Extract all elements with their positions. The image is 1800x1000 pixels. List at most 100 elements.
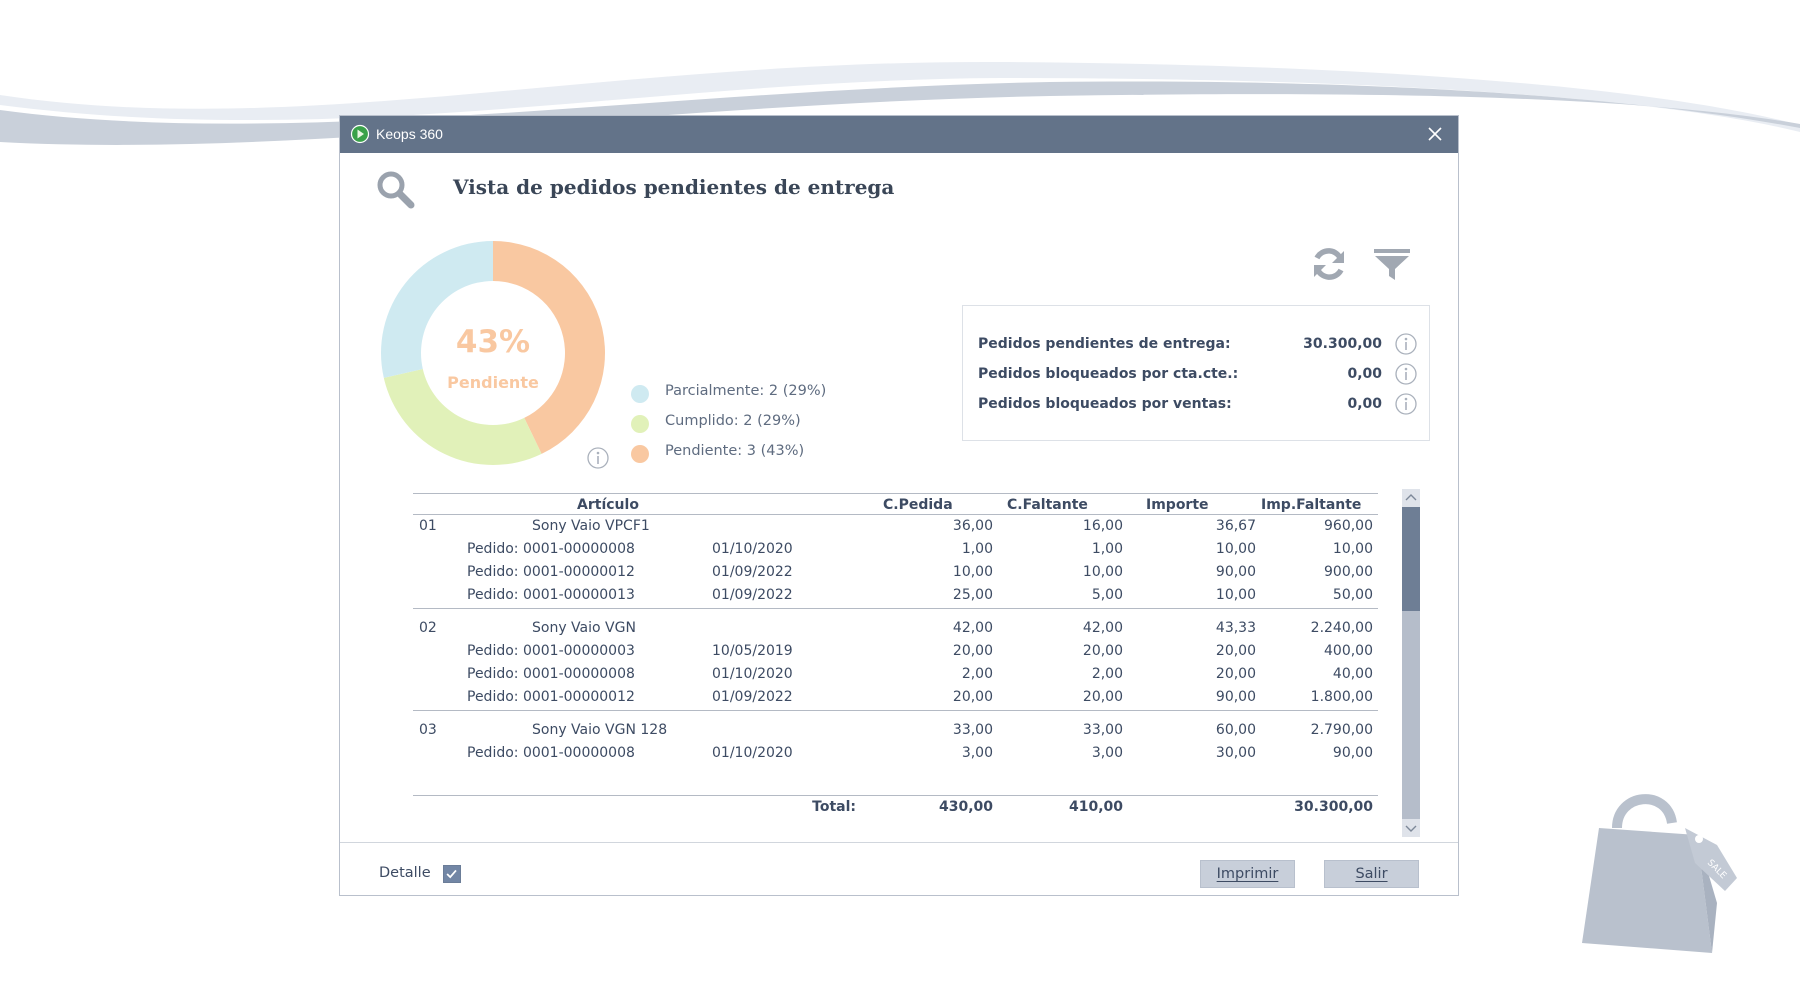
refresh-icon[interactable]	[1308, 243, 1350, 285]
exit-button-label: Salir	[1355, 866, 1388, 882]
dialog-footer: Detalle Imprimir Salir	[340, 842, 1458, 897]
legend-label: Cumplido: 2 (29%)	[665, 413, 801, 429]
order-row[interactable]: Pedido: 0001-00000013 01/09/2022 25,00 5…	[413, 584, 1378, 609]
info-icon[interactable]	[1394, 332, 1418, 356]
order-row[interactable]: Pedido: 0001-00000008 01/10/2020 3,00 3,…	[413, 742, 1378, 765]
total-impfaltante: 30.300,00	[1294, 799, 1373, 815]
info-icon[interactable]	[1394, 392, 1418, 416]
header-cfaltante[interactable]: C.Faltante	[1007, 497, 1137, 513]
shopping-bag-icon: SALE	[1582, 794, 1737, 953]
article-code: 01	[419, 518, 437, 534]
cell-importe: 36,67	[1215, 518, 1256, 534]
legend-item-parcialmente: Parcialmente: 2 (29%)	[631, 381, 826, 411]
article-name: Sony Vaio VPCF1	[532, 518, 650, 534]
cell-cfaltante: 20,00	[1082, 643, 1123, 659]
cell-impfaltante: 40,00	[1332, 666, 1373, 682]
article-name: Sony Vaio VGN	[532, 620, 636, 636]
order-date: 01/09/2022	[712, 587, 793, 603]
cell-impfaltante: 2.240,00	[1310, 620, 1373, 636]
order-number: Pedido: 0001-00000003	[467, 643, 635, 659]
chart-legend: Parcialmente: 2 (29%) Cumplido: 2 (29%) …	[631, 381, 826, 471]
article-row[interactable]: 01 Sony Vaio VPCF1 36,00 16,00 36,67 960…	[413, 515, 1378, 538]
cell-impfaltante: 2.790,00	[1310, 722, 1373, 738]
article-code: 02	[419, 620, 437, 636]
cell-impfaltante: 50,00	[1332, 587, 1373, 603]
print-button[interactable]: Imprimir	[1200, 860, 1295, 888]
title-bar[interactable]: Keops 360	[340, 116, 1458, 153]
header-cpedida[interactable]: C.Pedida	[883, 497, 1019, 513]
scroll-down-icon[interactable]	[1402, 819, 1420, 837]
legend-label: Pendiente: 3 (43%)	[665, 443, 805, 459]
cell-cfaltante: 10,00	[1082, 564, 1123, 580]
detail-checkbox[interactable]	[443, 865, 461, 883]
legend-dot	[631, 415, 649, 433]
cell-importe: 30,00	[1215, 745, 1256, 761]
grid-scrollbar[interactable]	[1402, 489, 1420, 837]
order-date: 10/05/2019	[712, 643, 793, 659]
cell-cfaltante: 42,00	[1082, 620, 1123, 636]
cell-importe: 90,00	[1215, 564, 1256, 580]
article-code: 03	[419, 722, 437, 738]
cell-impfaltante: 90,00	[1332, 745, 1373, 761]
detail-label: Detalle	[379, 865, 431, 881]
legend-label: Parcialmente: 2 (29%)	[665, 383, 827, 399]
header-impfaltante[interactable]: Imp.Faltante	[1261, 497, 1378, 513]
chart-info-icon[interactable]	[586, 446, 610, 470]
cell-importe: 10,00	[1215, 587, 1256, 603]
donut-center-label: Pendiente	[447, 373, 539, 392]
legend-dot	[631, 445, 649, 463]
summary-row-bloqueados-ctacte: Pedidos bloqueados por cta.cte.: 0,00	[978, 362, 1418, 388]
exit-button[interactable]: Salir	[1324, 860, 1419, 888]
scroll-thumb[interactable]	[1402, 507, 1420, 611]
order-date: 01/10/2020	[712, 666, 793, 682]
summary-value: 30.300,00	[1303, 336, 1382, 352]
cell-cpedida: 1,00	[961, 541, 993, 557]
summary-label: Pedidos pendientes de entrega:	[978, 336, 1231, 352]
cell-cpedida: 36,00	[952, 518, 993, 534]
filter-icon[interactable]	[1371, 243, 1413, 285]
article-row[interactable]: 03 Sony Vaio VGN 128 33,00 33,00 60,00 2…	[413, 719, 1378, 742]
order-number: Pedido: 0001-00000013	[467, 587, 635, 603]
order-row[interactable]: Pedido: 0001-00000003 10/05/2019 20,00 2…	[413, 640, 1378, 663]
cell-cfaltante: 1,00	[1091, 541, 1123, 557]
cell-impfaltante: 900,00	[1324, 564, 1373, 580]
cell-cfaltante: 3,00	[1091, 745, 1123, 761]
close-icon[interactable]	[1426, 125, 1444, 143]
cell-importe: 43,33	[1215, 620, 1256, 636]
cell-cfaltante: 16,00	[1082, 518, 1123, 534]
cell-cpedida: 10,00	[952, 564, 993, 580]
summary-panel: Pedidos pendientes de entrega: 30.300,00…	[962, 305, 1430, 441]
cell-cfaltante: 2,00	[1091, 666, 1123, 682]
order-number: Pedido: 0001-00000012	[467, 689, 635, 705]
order-row[interactable]: Pedido: 0001-00000008 01/10/2020 1,00 1,…	[413, 538, 1378, 561]
cell-cfaltante: 33,00	[1082, 722, 1123, 738]
total-cpedida: 430,00	[938, 799, 993, 815]
cell-cpedida: 33,00	[952, 722, 993, 738]
scroll-up-icon[interactable]	[1402, 489, 1420, 507]
article-row[interactable]: 02 Sony Vaio VGN 42,00 42,00 43,33 2.240…	[413, 617, 1378, 640]
donut-center-value: 43%	[455, 324, 531, 360]
cell-importe: 60,00	[1215, 722, 1256, 738]
orders-grid: Artículo C.Pedida C.Faltante Importe Imp…	[413, 493, 1378, 821]
legend-dot	[631, 385, 649, 403]
cell-impfaltante: 400,00	[1324, 643, 1373, 659]
order-number: Pedido: 0001-00000008	[467, 541, 635, 557]
print-button-label: Imprimir	[1216, 866, 1279, 882]
window-title: Keops 360	[376, 126, 443, 142]
cell-cpedida: 2,00	[961, 666, 993, 682]
order-row[interactable]: Pedido: 0001-00000012 01/09/2022 10,00 1…	[413, 561, 1378, 584]
order-date: 01/10/2020	[712, 745, 793, 761]
order-date: 01/09/2022	[712, 564, 793, 580]
cell-cfaltante: 5,00	[1091, 587, 1123, 603]
total-label: Total:	[812, 799, 856, 815]
cell-impfaltante: 960,00	[1324, 518, 1373, 534]
header-articulo[interactable]: Artículo	[533, 497, 683, 513]
total-row: Total: 430,00 410,00 30.300,00	[413, 795, 1378, 821]
order-row[interactable]: Pedido: 0001-00000012 01/09/2022 20,00 2…	[413, 686, 1378, 711]
dialog-window: Keops 360 Vista de pedidos pendientes de…	[339, 115, 1459, 896]
order-row[interactable]: Pedido: 0001-00000008 01/10/2020 2,00 2,…	[413, 663, 1378, 686]
cell-cfaltante: 20,00	[1082, 689, 1123, 705]
info-icon[interactable]	[1394, 362, 1418, 386]
cell-importe: 20,00	[1215, 643, 1256, 659]
header-importe[interactable]: Importe	[1146, 497, 1279, 513]
